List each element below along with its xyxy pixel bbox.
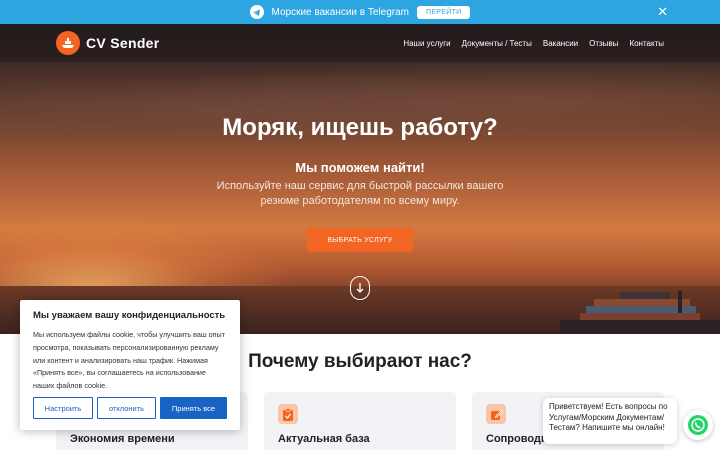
cookie-accept-button[interactable]: Принять все <box>160 397 227 419</box>
hero-description: Используйте наш сервис для быстрой рассы… <box>216 180 504 207</box>
site-header: CV Sender Наши услуги Документы / Тесты … <box>0 24 720 62</box>
ship-logo-icon <box>56 31 80 55</box>
telegram-go-button[interactable]: ПЕРЕЙТИ <box>417 5 471 19</box>
cookie-title: Мы уважаем вашу конфиденциальность <box>33 310 226 321</box>
feature-card-database: Актуальная база <box>264 392 456 450</box>
main-nav: Наши услуги Документы / Тесты Вакансии О… <box>403 39 664 48</box>
nav-item-documents[interactable]: Документы / Тесты <box>462 39 532 48</box>
cookie-text: Мы используем файлы cookie, чтобы улучши… <box>33 330 226 391</box>
whatsapp-icon <box>688 415 708 435</box>
container-ship-image <box>560 291 720 334</box>
feature-card-title: Актуальная база <box>278 433 370 445</box>
nav-item-vacancies[interactable]: Вакансии <box>543 39 578 48</box>
hero-title: Моряк, ищешь работу? <box>222 114 498 141</box>
cookie-consent-dialog: Мы уважаем вашу конфиденциальность Мы ис… <box>20 300 240 430</box>
telegram-banner-text: Морские вакансии в Telegram <box>271 6 409 18</box>
choose-service-button[interactable]: ВЫБРАТЬ УСЛУГУ <box>307 228 413 252</box>
nav-item-contacts[interactable]: Контакты <box>629 39 664 48</box>
nav-item-reviews[interactable]: Отзывы <box>589 39 618 48</box>
telegram-icon <box>249 5 264 19</box>
telegram-banner: Морские вакансии в Telegram ПЕРЕЙТИ ✕ <box>0 0 720 24</box>
feature-card-title: Экономия времени <box>70 433 175 445</box>
scroll-down-icon[interactable] <box>350 276 370 300</box>
clipboard-check-icon <box>278 404 298 424</box>
cookie-customize-button[interactable]: Настроить <box>33 397 93 419</box>
pencil-icon <box>486 404 506 424</box>
whatsapp-button[interactable] <box>683 410 713 440</box>
chat-greeting-bubble[interactable]: Приветствуем! Есть вопросы по Услугам/Мо… <box>543 398 677 444</box>
nav-item-services[interactable]: Наши услуги <box>403 39 450 48</box>
logo-text: CV Sender <box>86 35 160 51</box>
close-icon[interactable]: ✕ <box>657 4 668 20</box>
cookie-reject-button[interactable]: отклонить <box>97 397 156 419</box>
logo[interactable]: CV Sender <box>56 31 160 55</box>
hero-subtitle: Мы поможем найти! <box>295 160 425 175</box>
cookie-buttons: Настроить отклонить Принять все <box>33 397 227 419</box>
